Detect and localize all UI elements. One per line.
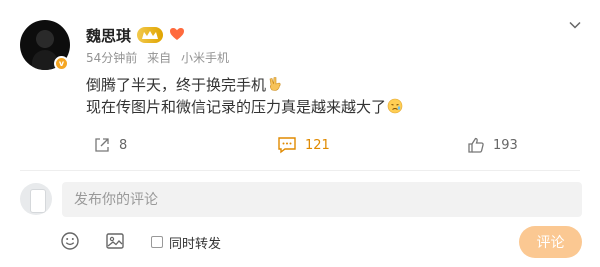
comment-input[interactable] [62,182,582,217]
share-icon [95,138,109,152]
post-time: 54分钟前 [86,51,138,65]
emoji-icon[interactable] [60,231,80,251]
divider [20,170,580,171]
heart-icon[interactable] [168,25,186,43]
post-source[interactable]: 小米手机 [181,51,229,65]
post-body: 倒腾了半天，终于换完手机 现在传图片和微信记录的压力真是越来越大了 [86,74,403,118]
vip-crown-icon[interactable] [137,27,163,43]
like-icon [468,137,484,153]
sad-face-emoji-icon [387,98,403,114]
chevron-down-icon[interactable] [568,18,582,32]
post-line-2: 现在传图片和微信记录的压力真是越来越大了 [86,96,403,118]
comment-icon [278,137,296,154]
image-icon[interactable] [105,231,125,251]
my-avatar [20,183,52,215]
post-line-1: 倒腾了半天，终于换完手机 [86,74,403,96]
repost-label[interactable]: 同时转发 [169,233,221,252]
repost-checkbox[interactable] [151,236,163,248]
repost-count: 8 [119,137,128,153]
like-button[interactable]: 193 [467,135,518,155]
like-count: 193 [493,137,518,153]
repost-button[interactable]: 8 [93,135,127,155]
comment-count: 121 [305,137,330,153]
comment-button[interactable]: 121 [277,135,330,155]
verified-badge-icon: v [54,56,69,71]
post-meta: 54分钟前 来自 小米手机 [86,49,235,66]
post-source-prefix: 来自 [147,51,172,65]
submit-comment-button[interactable]: 评论 [519,226,582,258]
author-name[interactable]: 魏思琪 [86,25,131,46]
victory-hand-emoji-icon [269,77,281,91]
